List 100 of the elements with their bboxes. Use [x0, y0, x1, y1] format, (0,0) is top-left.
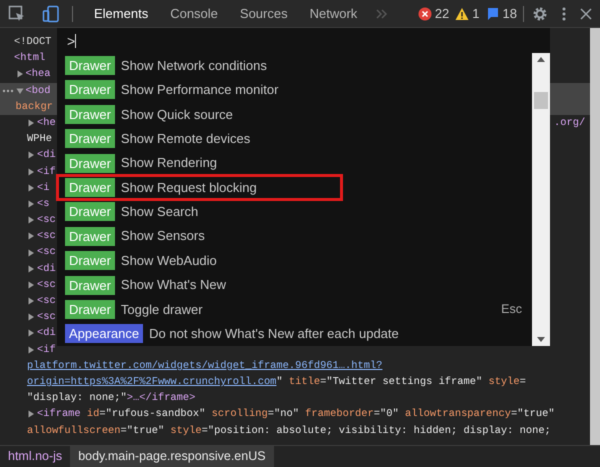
breadcrumb[interactable]: html.no-js	[0, 446, 70, 467]
command-item[interactable]: Drawer Show What's New	[57, 272, 532, 298]
command-input-field[interactable]: >	[61, 30, 546, 54]
command-label: Show Performance monitor	[120, 81, 278, 100]
code-text: ="rufous-sandbox"	[99, 407, 206, 422]
command-label: Show Search	[120, 203, 198, 222]
category-tag: Drawer	[65, 80, 115, 100]
command-label: Show Request blocking	[120, 178, 257, 197]
code-text: style	[488, 374, 520, 390]
command-label: Show Remote devices	[120, 130, 250, 148]
command-item[interactable]: Drawer Show Sensors	[57, 224, 532, 248]
code-text: <he	[37, 116, 56, 131]
command-item[interactable]: Drawer Show Performance monitor	[57, 78, 532, 102]
category-tag: Drawer	[65, 129, 115, 148]
code-text: <sc	[37, 294, 56, 309]
command-item[interactable]: Drawer Show Request blocking	[57, 175, 342, 200]
expand-arrow-icon[interactable]	[27, 232, 35, 240]
expand-arrow-icon[interactable]	[27, 216, 35, 224]
expand-arrow-icon[interactable]	[16, 70, 24, 78]
scroll-up-icon[interactable]	[537, 57, 545, 62]
code-text: <sc	[37, 213, 56, 228]
command-item[interactable]: Drawer Show Remote devices	[57, 126, 532, 151]
code-text: WPHe	[27, 132, 52, 148]
expand-arrow-icon[interactable]	[27, 151, 35, 160]
command-label: Show Rendering	[120, 154, 218, 172]
expand-arrow-icon[interactable]	[27, 346, 35, 354]
code-text: =	[520, 374, 526, 390]
category-tag: Drawer	[65, 276, 115, 295]
close-icon[interactable]	[580, 8, 592, 20]
command-label: Toggle drawer	[120, 300, 203, 319]
message-icon	[486, 6, 500, 20]
expand-arrow-icon[interactable]	[27, 248, 35, 257]
inspect-icon[interactable]	[8, 4, 26, 22]
count: 1	[472, 4, 480, 23]
expand-arrow-icon[interactable]	[27, 264, 35, 273]
scroll-down-icon[interactable]	[537, 337, 545, 342]
category-tag: Drawer	[65, 226, 115, 246]
code-text: <di	[37, 326, 56, 342]
expand-arrow-icon[interactable]	[27, 200, 35, 208]
command-item[interactable]: Drawer Show Search	[57, 200, 532, 224]
command-item[interactable]: Drawer Show WebAudio	[57, 248, 532, 273]
collapse-arrow-icon[interactable]	[16, 86, 24, 95]
expand-arrow-icon[interactable]	[27, 184, 35, 192]
expand-arrow-icon[interactable]	[27, 329, 35, 338]
tab[interactable]: Elements	[83, 0, 160, 27]
error-icon	[418, 6, 432, 20]
command-item[interactable]: Appearance Do not show What's New after each update	[57, 322, 532, 346]
code-text: scrolling	[212, 407, 268, 422]
category-tag: Drawer	[65, 202, 115, 222]
code-text: <hea	[26, 67, 50, 82]
category-tag: Drawer	[65, 251, 115, 270]
tab[interactable]: Console	[159, 0, 229, 27]
warning-icon	[455, 6, 470, 20]
scrollbar[interactable]	[590, 28, 600, 445]
tab[interactable]: Network	[298, 0, 368, 27]
device-toolbar-icon[interactable]	[42, 4, 60, 22]
ellipsis-icon[interactable]	[2, 88, 14, 93]
expand-arrow-icon[interactable]	[27, 297, 35, 306]
code-text: <s	[37, 196, 50, 212]
code-text: ="no"	[268, 407, 300, 422]
code-text: <sc	[37, 245, 56, 260]
expand-arrow-icon[interactable]	[27, 168, 35, 176]
code-text: "display: none;"	[27, 391, 127, 406]
category-tag: Drawer	[65, 104, 115, 124]
code-text: ="true"	[510, 407, 555, 422]
command-label: Show Quick source	[120, 106, 233, 124]
breadcrumb[interactable]: body.main-page.responsive.enUS	[70, 446, 274, 467]
command-label: Show What's New	[120, 276, 226, 294]
settings-icon[interactable]	[532, 6, 548, 22]
code-text: <sc	[37, 229, 56, 244]
more-options-icon[interactable]	[562, 6, 566, 22]
category-tag: Drawer	[65, 178, 115, 197]
command-item[interactable]: Drawer Toggle drawer Esc	[57, 297, 532, 322]
code-text: ="Twitter settings iframe"	[320, 374, 484, 390]
code-text: <i	[37, 180, 50, 196]
command-item[interactable]: Drawer Show Rendering	[57, 150, 532, 176]
expand-arrow-icon[interactable]	[27, 313, 35, 322]
code-text: <!DOCT	[14, 35, 52, 50]
expand-arrow-icon[interactable]	[27, 410, 35, 418]
command-item[interactable]: Drawer Show Quick source	[57, 102, 532, 126]
code-text[interactable]: platform.twitter.com/widgets/widget_iframe.96fd961….html?	[27, 358, 382, 374]
count: 22	[434, 4, 450, 23]
code-text[interactable]: origin=https%3A%2F%2Fwww.crunchyroll.com	[27, 374, 276, 390]
code-text: frameborder	[305, 407, 374, 422]
command-label: Show Sensors	[120, 227, 205, 246]
command-label: Show Network conditions	[120, 56, 267, 75]
expand-arrow-icon[interactable]	[27, 280, 35, 289]
command-item[interactable]: Drawer Show Network conditions	[57, 53, 532, 78]
code-text: backgr	[16, 100, 53, 115]
command-label: Do not show What's New after each update	[149, 325, 399, 344]
category-tag: Drawer	[65, 154, 115, 173]
scroll-thumb[interactable]	[534, 92, 548, 110]
tab[interactable]: Sources	[228, 0, 299, 27]
scrollbar[interactable]	[532, 53, 550, 346]
code-text: id	[86, 407, 100, 422]
category-tag: Drawer	[65, 300, 115, 319]
code-text: <di	[37, 262, 56, 277]
code-text: <html	[14, 51, 46, 66]
code-text: <if	[37, 164, 56, 180]
expand-arrow-icon[interactable]	[27, 119, 35, 128]
